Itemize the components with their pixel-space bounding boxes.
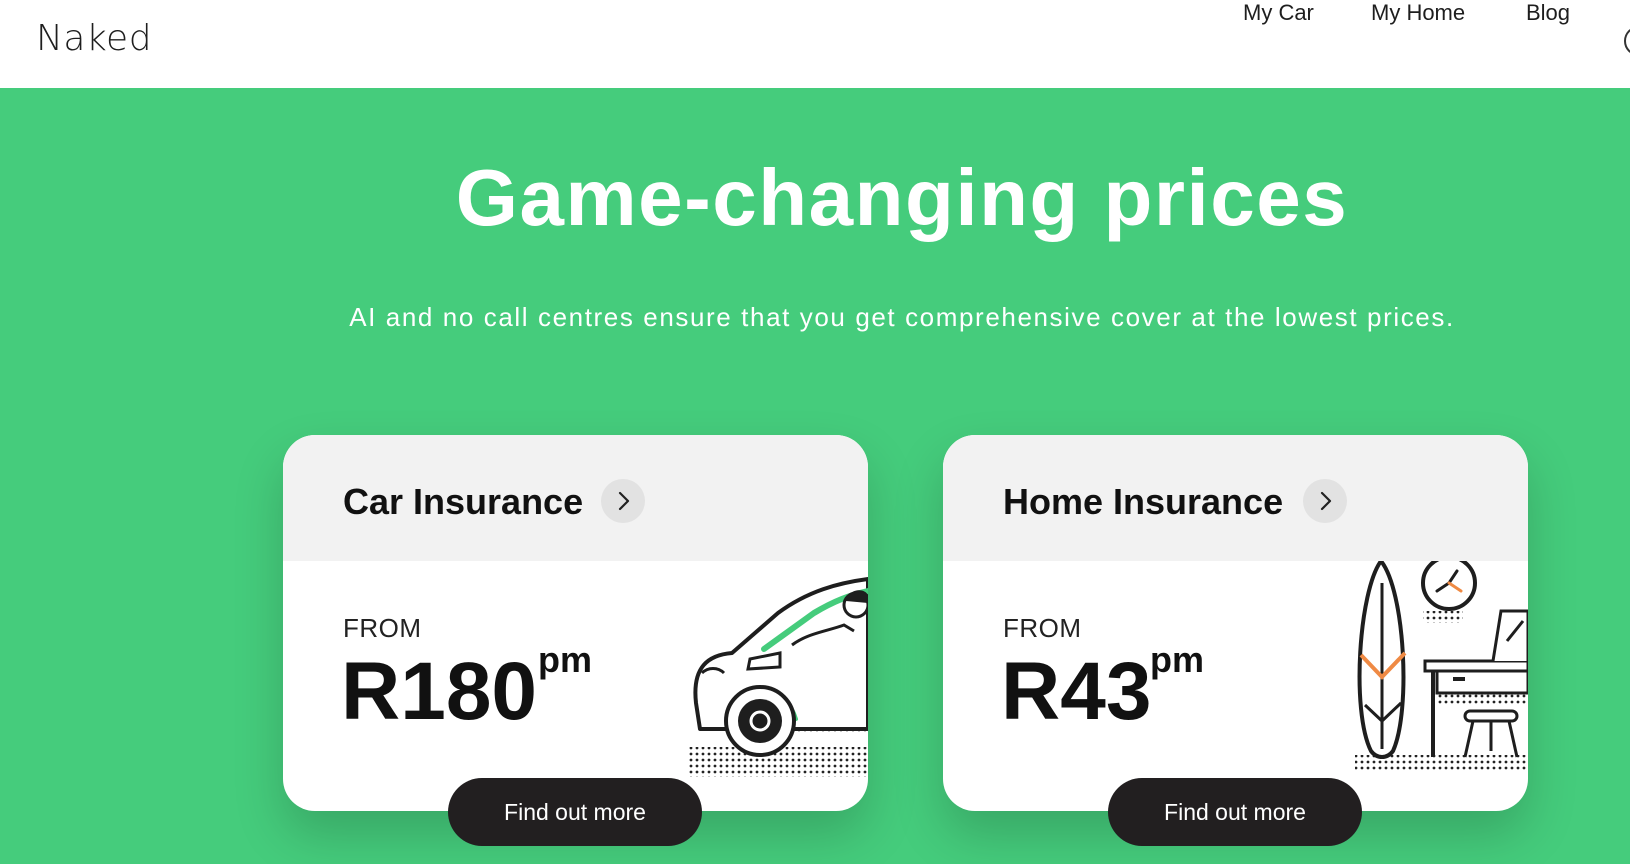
naked-logo[interactable]: Naked bbox=[36, 18, 152, 59]
chevron-right-icon[interactable] bbox=[1303, 479, 1347, 523]
surfboard-desk-illustration bbox=[1355, 561, 1528, 771]
hero-subtitle: AI and no call centres ensure that you g… bbox=[349, 302, 1455, 332]
hero-title: Game-changing prices bbox=[455, 153, 1349, 242]
price-unit: pm bbox=[1150, 639, 1204, 680]
home-insurance-card[interactable]: Home Insurance FROM R43 pm bbox=[943, 435, 1528, 811]
account-icon[interactable] bbox=[1624, 26, 1630, 56]
nav-blog[interactable]: Blog bbox=[1526, 0, 1570, 26]
home-find-out-more-button[interactable]: Find out more bbox=[1108, 778, 1362, 846]
price-unit: pm bbox=[538, 639, 592, 680]
price-value: R180 bbox=[341, 646, 538, 737]
nav-my-car[interactable]: My Car bbox=[1243, 0, 1314, 26]
car-insurance-card[interactable]: Car Insurance FROM R180 pm bbox=[283, 435, 868, 811]
price-value: R43 bbox=[1001, 646, 1152, 737]
car-driver-illustration bbox=[688, 577, 868, 777]
card-title[interactable]: Home Insurance bbox=[1003, 481, 1283, 523]
nav-my-home[interactable]: My Home bbox=[1371, 0, 1465, 26]
chevron-right-icon[interactable] bbox=[601, 479, 645, 523]
card-title[interactable]: Car Insurance bbox=[343, 481, 583, 523]
car-find-out-more-button[interactable]: Find out more bbox=[448, 778, 702, 846]
top-navigation-bar: Naked My Car My Home Blog bbox=[0, 0, 1630, 88]
